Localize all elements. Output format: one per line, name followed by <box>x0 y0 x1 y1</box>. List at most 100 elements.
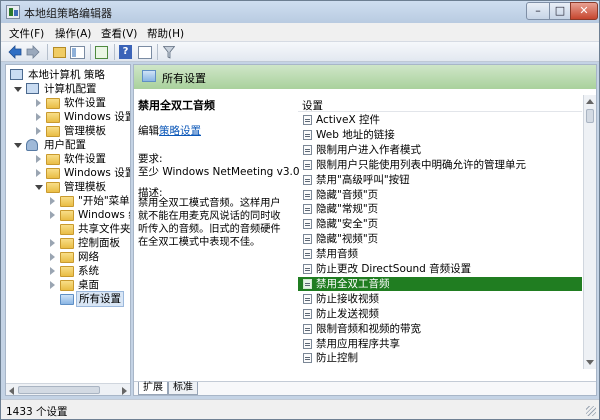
tree-item-windows-components[interactable]: Windows 组件 <box>10 208 130 222</box>
policy-setting-icon <box>303 130 312 140</box>
setting-row[interactable]: ActiveX 控件 <box>298 113 582 127</box>
menu-action[interactable]: 操作(A) <box>55 26 91 41</box>
setting-row[interactable]: 禁用应用程序共享 <box>298 337 582 351</box>
tree-item-computer-admin-templates[interactable]: 管理模板 <box>10 124 128 138</box>
setting-label: ActiveX 控件 <box>316 114 381 126</box>
computer-icon <box>26 83 39 94</box>
tab-extended[interactable]: 扩展 <box>138 382 168 395</box>
tree-label: 管理模板 <box>64 181 106 193</box>
show-tree-icon[interactable] <box>70 46 85 59</box>
window-title: 本地组策略编辑器 <box>24 7 112 20</box>
edit-policy-link[interactable]: 策略设置 <box>159 125 201 137</box>
tree-item-computer-windows[interactable]: Windows 设置 <box>10 110 131 124</box>
back-arrow-icon[interactable] <box>7 44 23 60</box>
forward-arrow-icon[interactable] <box>25 44 41 60</box>
tree-item-user-admin-templates[interactable]: 管理模板 <box>10 180 128 194</box>
setting-row[interactable]: 限制音频和视频的带宽 <box>298 322 582 336</box>
menu-file[interactable]: 文件(F) <box>9 26 44 41</box>
setting-row[interactable]: 限制用户只能使用列表中明确允许的管理单元 <box>298 158 582 172</box>
settings-vertical-scrollbar[interactable] <box>583 95 596 369</box>
folder-icon <box>46 112 60 123</box>
filter-icon[interactable] <box>163 46 175 59</box>
tab-standard[interactable]: 标准 <box>168 382 198 395</box>
tree-item-user-config[interactable]: 用户配置 <box>10 138 128 152</box>
setting-label: 隐藏"音频"页 <box>316 189 379 201</box>
expand-arrow-icon[interactable] <box>35 185 43 190</box>
tree-item-user-software[interactable]: 软件设置 <box>10 152 128 166</box>
scroll-up-icon[interactable] <box>586 99 594 104</box>
properties-icon[interactable] <box>138 46 152 59</box>
up-folder-icon[interactable] <box>53 47 66 58</box>
collapse-arrow-icon[interactable] <box>50 197 55 205</box>
resize-grip-icon[interactable] <box>586 406 596 416</box>
policy-setting-icon <box>303 234 312 244</box>
policy-setting-icon <box>303 279 312 289</box>
tree-item-desktop[interactable]: 桌面 <box>10 278 128 292</box>
menu-view[interactable]: 查看(V) <box>101 26 137 41</box>
tree-item-user-windows[interactable]: Windows 设置 <box>10 166 130 180</box>
setting-row[interactable]: 防止更改 DirectSound 音频设置 <box>298 262 582 276</box>
folder-icon <box>46 182 60 193</box>
setting-row[interactable]: 禁用"高级呼叫"按钮 <box>298 173 582 187</box>
setting-row[interactable]: 隐藏"安全"页 <box>298 217 582 231</box>
collapse-arrow-icon[interactable] <box>36 127 41 135</box>
setting-label: 隐藏"视频"页 <box>316 233 379 245</box>
tree-label: 计算机配置 <box>44 83 97 95</box>
collapse-arrow-icon[interactable] <box>36 113 41 121</box>
minimize-button[interactable]: – <box>526 2 550 20</box>
setting-row[interactable]: 防止控制 <box>298 351 582 365</box>
scroll-thumb[interactable] <box>18 386 100 394</box>
maximize-button[interactable]: □ <box>549 2 571 20</box>
collapse-arrow-icon[interactable] <box>50 253 55 261</box>
collapse-arrow-icon[interactable] <box>50 211 55 219</box>
scroll-down-icon[interactable] <box>586 360 594 365</box>
expand-arrow-icon[interactable] <box>14 87 22 92</box>
policy-setting-icon <box>303 190 312 200</box>
tree-label: Windows 组件 <box>78 209 130 221</box>
settings-column-header[interactable]: 设置 <box>298 95 582 112</box>
collapse-arrow-icon[interactable] <box>36 155 41 163</box>
tree-item-system[interactable]: 系统 <box>10 264 128 278</box>
setting-row[interactable]: 限制用户进入作者模式 <box>298 143 582 157</box>
tree-item-root[interactable]: 本地计算机 策略 <box>10 68 128 82</box>
folder-icon <box>60 210 74 221</box>
tree-item-computer-config[interactable]: 计算机配置 <box>10 82 128 96</box>
collapse-arrow-icon[interactable] <box>50 267 55 275</box>
tree-item-start-menu[interactable]: "开始"菜单和 <box>10 194 130 208</box>
policy-setting-icon <box>303 309 312 319</box>
help-icon[interactable]: ? <box>119 45 132 59</box>
tree-label: 用户配置 <box>44 139 86 151</box>
scroll-thumb[interactable] <box>586 109 594 123</box>
tree-label: Windows 设置 <box>64 111 131 123</box>
tree-label: 本地计算机 策略 <box>28 69 105 81</box>
collapse-arrow-icon[interactable] <box>50 239 55 247</box>
tree-item-all-settings[interactable]: 所有设置 <box>10 291 128 307</box>
scroll-left-icon[interactable] <box>9 387 14 395</box>
setting-row[interactable]: Web 地址的链接 <box>298 128 582 142</box>
collapse-arrow-icon[interactable] <box>50 281 55 289</box>
toolbar: ? <box>1 42 599 62</box>
tree-item-control-panel[interactable]: 控制面板 <box>10 236 128 250</box>
setting-row[interactable]: 防止接收视频 <box>298 292 582 306</box>
scroll-right-icon[interactable] <box>122 387 127 395</box>
policy-setting-icon <box>303 353 312 363</box>
export-list-icon[interactable] <box>95 46 108 59</box>
setting-row[interactable]: 隐藏"音频"页 <box>298 188 582 202</box>
setting-row[interactable]: 隐藏"视频"页 <box>298 232 582 246</box>
tree-horizontal-scrollbar[interactable] <box>6 383 130 395</box>
tree-item-shared-folders[interactable]: 共享文件夹 <box>10 222 130 236</box>
menu-help[interactable]: 帮助(H) <box>147 26 184 41</box>
collapse-arrow-icon[interactable] <box>36 169 41 177</box>
close-button[interactable]: ✕ <box>570 2 598 20</box>
tree-item-computer-software[interactable]: 软件设置 <box>10 96 128 110</box>
policy-setting-icon <box>303 160 312 170</box>
setting-row[interactable]: 防止发送视频 <box>298 307 582 321</box>
setting-row[interactable]: 隐藏"常规"页 <box>298 202 582 216</box>
setting-row[interactable]: 禁用音频 <box>298 247 582 261</box>
collapse-arrow-icon[interactable] <box>36 99 41 107</box>
expand-arrow-icon[interactable] <box>14 143 22 148</box>
setting-row[interactable]: 禁用全双工音频 <box>298 277 582 291</box>
policy-setting-icon <box>303 249 312 259</box>
tree-item-network[interactable]: 网络 <box>10 250 128 264</box>
folder-icon <box>60 280 74 291</box>
